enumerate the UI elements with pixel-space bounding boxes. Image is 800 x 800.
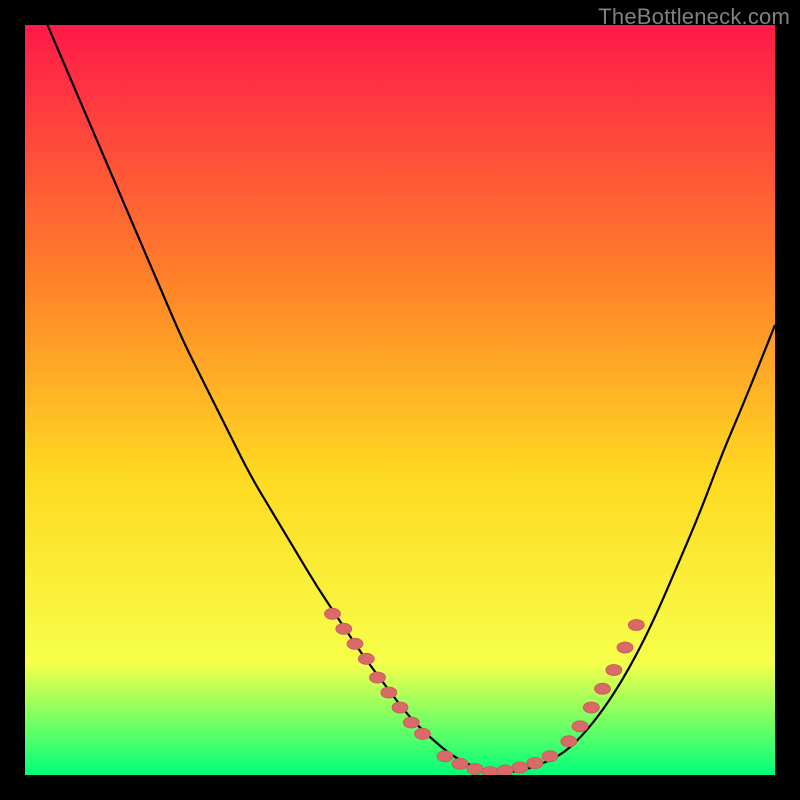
gradient-background bbox=[25, 25, 775, 775]
curve-marker bbox=[358, 653, 374, 664]
curve-marker bbox=[452, 758, 468, 769]
chart-svg bbox=[25, 25, 775, 775]
curve-marker bbox=[325, 608, 341, 619]
curve-marker bbox=[347, 638, 363, 649]
curve-marker bbox=[595, 683, 611, 694]
curve-marker bbox=[561, 736, 577, 747]
curve-marker bbox=[415, 728, 431, 739]
curve-marker bbox=[542, 751, 558, 762]
curve-marker bbox=[437, 751, 453, 762]
curve-marker bbox=[512, 762, 528, 773]
curve-marker bbox=[381, 687, 397, 698]
curve-marker bbox=[336, 623, 352, 634]
curve-marker bbox=[370, 672, 386, 683]
curve-marker bbox=[497, 765, 513, 775]
curve-marker bbox=[392, 702, 408, 713]
chart-stage: TheBottleneck.com bbox=[0, 0, 800, 800]
curve-marker bbox=[572, 721, 588, 732]
curve-marker bbox=[482, 767, 498, 776]
curve-marker bbox=[628, 620, 644, 631]
watermark-text: TheBottleneck.com bbox=[598, 4, 790, 30]
curve-marker bbox=[583, 702, 599, 713]
curve-marker bbox=[467, 764, 483, 775]
curve-marker bbox=[527, 758, 543, 769]
plot-area bbox=[25, 25, 775, 775]
curve-marker bbox=[403, 717, 419, 728]
curve-marker bbox=[617, 642, 633, 653]
curve-marker bbox=[606, 665, 622, 676]
